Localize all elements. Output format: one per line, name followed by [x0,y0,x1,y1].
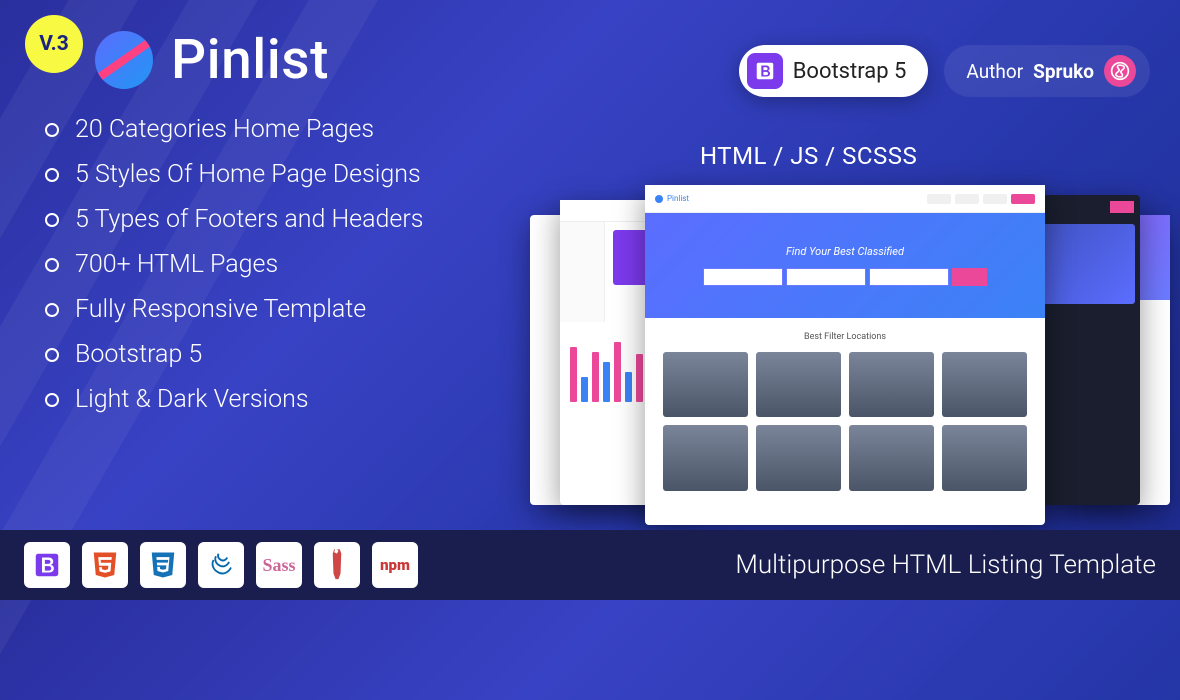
tech-stack-label: HTML / JS / SCSSS [700,142,917,170]
bootstrap-pill-text: Bootstrap 5 [793,59,907,84]
author-name: Spruko [1033,60,1094,83]
bullet-icon [45,303,59,317]
bootstrap-pill: Bootstrap 5 [739,45,929,97]
mockup-card-main: Pinlist Find Your Best Classified Best F… [645,185,1045,525]
jquery-icon [198,542,244,588]
bullet-icon [45,213,59,227]
preview-section-title: Best Filter Locations [645,318,1045,352]
sass-icon: Sass [256,542,302,588]
feature-item: 5 Styles Of Home Page Designs [45,160,423,189]
product-name: Pinlist [171,28,329,92]
css3-icon [140,542,186,588]
footer-tagline: Multipurpose HTML Listing Template [735,550,1156,580]
html5-icon [82,542,128,588]
feature-text: Light & Dark Versions [75,385,309,414]
npm-icon: npm [372,542,418,588]
preview-mockups: Pinlist Find Your Best Classified Best F… [530,185,1170,545]
feature-item: Bootstrap 5 [45,340,423,369]
logo-icon [95,31,153,89]
version-badge: V.3 [25,15,83,73]
bullet-icon [45,168,59,182]
feature-item: 5 Types of Footers and Headers [45,205,423,234]
feature-text: 5 Types of Footers and Headers [75,205,423,234]
bullet-icon [45,258,59,272]
feature-text: 20 Categories Home Pages [75,115,374,144]
header: Pinlist [95,28,329,92]
bootstrap-icon [747,53,783,89]
feature-text: Bootstrap 5 [75,340,202,369]
feature-item: Fully Responsive Template [45,295,423,324]
feature-item: Light & Dark Versions [45,385,423,414]
preview-logo-text: Pinlist [667,194,689,203]
feature-item: 20 Categories Home Pages [45,115,423,144]
bullet-icon [45,123,59,137]
feature-item: 700+ HTML Pages [45,250,423,279]
spruko-icon [1104,55,1136,87]
tech-icons: Sass npm [24,542,418,588]
feature-text: 700+ HTML Pages [75,250,278,279]
features-list: 20 Categories Home Pages 5 Styles Of Hom… [45,115,423,430]
footer: Sass npm Multipurpose HTML Listing Templ… [0,530,1180,600]
feature-text: 5 Styles Of Home Page Designs [75,160,421,189]
top-pills: Bootstrap 5 Author Spruko [739,45,1150,97]
bootstrap-icon [24,542,70,588]
author-pill: Author Spruko [944,45,1150,97]
preview-hero-title: Find Your Best Classified [786,245,904,258]
bullet-icon [45,393,59,407]
author-label: Author [966,60,1023,83]
bullet-icon [45,348,59,362]
gulp-icon [314,542,360,588]
feature-text: Fully Responsive Template [75,295,366,324]
